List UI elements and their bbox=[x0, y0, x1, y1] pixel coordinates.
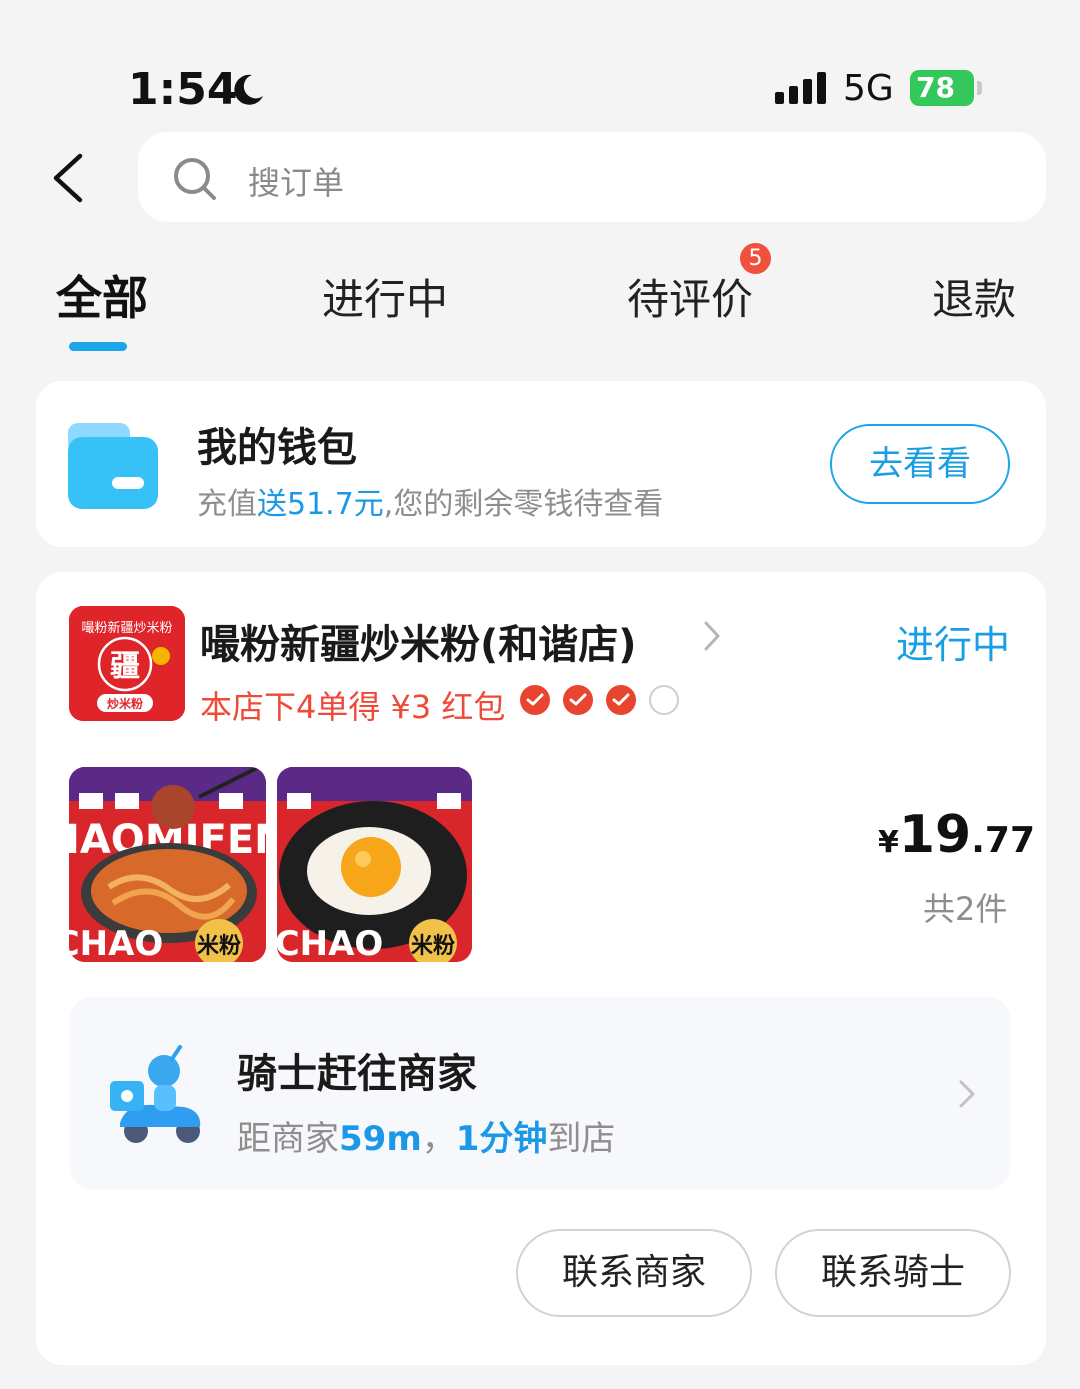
status-time: 1:54 bbox=[128, 64, 238, 115]
tab-refund[interactable]: 退款 bbox=[932, 266, 1016, 327]
chevron-right-icon[interactable] bbox=[958, 1079, 976, 1109]
signal-icon bbox=[775, 72, 826, 104]
order-card[interactable]: 嘬粉新疆炒米粉 疆 炒米粉 嘬粉新疆炒米粉(和谐店) 进行中 本店下4单得 ¥3… bbox=[36, 572, 1046, 1365]
chevron-right-icon[interactable] bbox=[702, 620, 722, 652]
empty-circle-icon bbox=[649, 685, 679, 715]
wallet-bonus: 送51.7元 bbox=[257, 487, 384, 522]
status-bar: 1:54 5G 78 bbox=[0, 60, 1080, 120]
search-icon bbox=[174, 158, 216, 200]
wallet-subtitle: 充值送51.7元,您的剩余零钱待查看 bbox=[197, 479, 663, 523]
moon-icon bbox=[234, 74, 263, 105]
logo-bottom-text: 炒米粉 bbox=[107, 696, 143, 711]
wallet-icon bbox=[68, 423, 158, 509]
check-circle-icon bbox=[520, 685, 550, 715]
search-input[interactable]: 搜订单 bbox=[248, 158, 344, 204]
active-tab-indicator bbox=[69, 342, 127, 351]
thumb2-stamp-text: 米粉 bbox=[411, 934, 455, 959]
promo-progress bbox=[520, 685, 679, 715]
check-circle-icon bbox=[606, 685, 636, 715]
network-label: 5G bbox=[843, 68, 894, 109]
contact-rider-button[interactable]: 联系骑士 bbox=[775, 1229, 1011, 1317]
battery-tip bbox=[977, 81, 982, 95]
thumb2-bottom-text: CHAO bbox=[277, 924, 383, 962]
rider-status-panel[interactable]: 骑士赶往商家 距商家59m，1分钟到店 bbox=[70, 997, 1010, 1189]
check-circle-icon bbox=[563, 685, 593, 715]
tab-in-progress[interactable]: 进行中 bbox=[322, 266, 448, 327]
thumb1-stamp-text: 米粉 bbox=[197, 934, 241, 959]
item-count: 共2件 bbox=[923, 890, 1008, 928]
review-count-badge: 5 bbox=[740, 243, 771, 274]
rider-eta: 1分钟 bbox=[455, 1119, 548, 1159]
wallet-sub-suffix: ,您的剩余零钱待查看 bbox=[383, 487, 664, 522]
thumb1-bottom-text: CHAO bbox=[69, 924, 163, 962]
rider-scooter-icon bbox=[110, 1045, 201, 1143]
price-integer: 19 bbox=[898, 805, 972, 865]
rider-separator: ， bbox=[421, 1119, 456, 1159]
battery-level: 78 bbox=[916, 71, 955, 104]
rider-suffix: 到店 bbox=[547, 1119, 616, 1159]
logo-center-text: 疆 bbox=[110, 649, 140, 684]
order-tabs: 全部 进行中 待评价 退款 bbox=[0, 262, 1080, 352]
logo-top-text: 嘬粉新疆炒米粉 bbox=[81, 620, 172, 636]
price-currency: ¥ bbox=[878, 825, 899, 860]
back-arrow-icon[interactable] bbox=[50, 152, 90, 204]
promo-text: 本店下4单得 ¥3 红包 bbox=[200, 688, 506, 726]
tab-to-review[interactable]: 待评价 bbox=[627, 266, 753, 327]
order-price: ¥19.77 bbox=[878, 805, 1035, 865]
rider-subtitle: 距商家59m，1分钟到店 bbox=[237, 1111, 615, 1160]
item-image-fried-egg[interactable]: CHAO 米粉 bbox=[277, 767, 472, 962]
shop-name[interactable]: 嘬粉新疆炒米粉(和谐店) bbox=[200, 612, 637, 670]
battery-icon: 78 bbox=[910, 70, 974, 106]
wallet-sub-prefix: 充值 bbox=[197, 487, 257, 522]
view-wallet-button[interactable]: 去看看 bbox=[830, 424, 1010, 504]
contact-shop-button[interactable]: 联系商家 bbox=[516, 1229, 752, 1317]
wallet-title: 我的钱包 bbox=[197, 425, 357, 471]
order-status: 进行中 bbox=[896, 623, 1011, 667]
item-image-noodles[interactable]: HAOMIFEN CHAO 米粉 bbox=[69, 767, 266, 962]
shop-logo[interactable]: 嘬粉新疆炒米粉 疆 炒米粉 bbox=[69, 606, 185, 721]
price-decimal: .77 bbox=[971, 820, 1036, 861]
tab-all[interactable]: 全部 bbox=[56, 262, 148, 328]
search-bar[interactable]: 搜订单 bbox=[138, 132, 1046, 222]
wallet-card[interactable]: 我的钱包 充值送51.7元,您的剩余零钱待查看 去看看 bbox=[36, 381, 1046, 547]
rider-distance: 59m bbox=[339, 1119, 422, 1159]
rider-prefix: 距商家 bbox=[237, 1119, 339, 1159]
rider-title: 骑士赶往商家 bbox=[237, 1051, 477, 1097]
